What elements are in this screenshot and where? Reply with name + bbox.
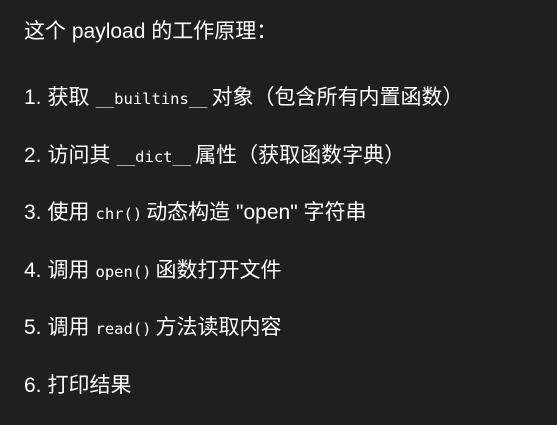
step-text: 动态构造 "open" 字符串 [146, 195, 366, 231]
step-text: 访问其 [48, 138, 111, 174]
step-text: 打印结果 [48, 368, 132, 404]
step-text: 函数打开文件 [156, 253, 282, 289]
step-text: 获取 [48, 80, 90, 116]
list-item: 4. 调用 open() 函数打开文件 [24, 253, 549, 311]
step-number: 6. [24, 368, 42, 404]
step-text: 方法读取内容 [156, 310, 282, 346]
step-text: 调用 [48, 310, 90, 346]
step-number: 2. [24, 138, 42, 174]
list-item: 1. 获取 __builtins__ 对象（包含所有内置函数） [24, 80, 549, 138]
inline-code: __dict__ [117, 139, 192, 175]
step-text: 使用 [48, 195, 90, 231]
step-text: 调用 [48, 253, 90, 289]
step-number: 5. [24, 310, 42, 346]
step-number: 1. [24, 80, 42, 116]
step-number: 4. [24, 253, 42, 289]
step-text: 对象（包含所有内置函数） [212, 80, 464, 116]
step-number: 3. [24, 195, 42, 231]
list-item: 2. 访问其 __dict__ 属性（获取函数字典） [24, 138, 549, 196]
inline-code: __builtins__ [96, 81, 208, 117]
steps-list: 1. 获取 __builtins__ 对象（包含所有内置函数） 2. 访问其 _… [24, 80, 549, 425]
inline-code: chr() [96, 196, 143, 232]
step-text: 属性（获取函数字典） [195, 138, 405, 174]
message-panel: 这个 payload 的工作原理： 1. 获取 __builtins__ 对象（… [0, 0, 557, 414]
list-item: 6. 打印结果 [24, 368, 549, 425]
list-item: 3. 使用 chr() 动态构造 "open" 字符串 [24, 195, 549, 253]
inline-code: open() [96, 254, 152, 290]
list-item: 5. 调用 read() 方法读取内容 [24, 310, 549, 368]
intro-text: 这个 payload 的工作原理： [24, 16, 277, 48]
inline-code: read() [96, 311, 152, 347]
